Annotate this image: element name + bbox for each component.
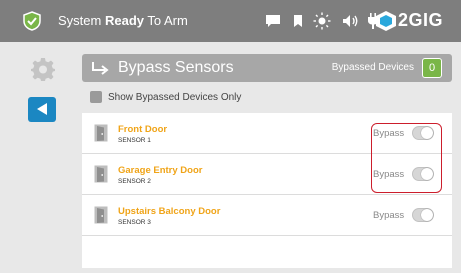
sensor-name: Garage Entry Door (118, 165, 203, 176)
sun-icon[interactable] (313, 12, 331, 30)
sensor-name: Front Door (118, 124, 168, 135)
page-title: Bypass Sensors (118, 59, 234, 76)
brand-logo-text: 2GIG (398, 10, 444, 30)
gear-icon[interactable] (31, 57, 55, 81)
sensor-number: SENSOR 2 (118, 178, 151, 185)
sensor-name: Upstairs Balcony Door (118, 206, 221, 217)
bypassed-devices-label: Bypassed Devices (331, 62, 414, 73)
bypass-arrow-icon (92, 62, 109, 75)
door-sensor-icon (94, 165, 108, 183)
show-bypassed-checkbox[interactable] (90, 91, 102, 103)
bookmark-icon[interactable] (293, 14, 303, 28)
2gig-logo-icon (376, 11, 396, 31)
door-sensor-icon (94, 124, 108, 142)
bypass-toggle-highlight (371, 123, 442, 193)
bypass-toggle[interactable] (412, 208, 434, 222)
system-status: System Ready To Arm (58, 13, 188, 28)
back-button[interactable] (28, 97, 56, 122)
message-icon[interactable] (265, 14, 281, 28)
bypassed-count-badge: 0 (422, 58, 442, 78)
check-shield-icon (23, 11, 41, 31)
toggle-knob (421, 209, 433, 221)
top-status-bar: System Ready To Arm 2GIG (0, 0, 461, 42)
sensor-row: Upstairs Balcony Door SENSOR 3 Bypass (82, 195, 452, 236)
sensor-number: SENSOR 1 (118, 137, 151, 144)
bypass-label: Bypass (373, 210, 405, 221)
door-sensor-icon (94, 206, 108, 224)
bypass-sensors-header: Bypass Sensors Bypassed Devices 0 (82, 54, 452, 82)
back-arrow-icon (37, 103, 47, 115)
show-bypassed-label: Show Bypassed Devices Only (108, 92, 242, 103)
sensor-number: SENSOR 3 (118, 219, 151, 226)
volume-icon[interactable] (342, 14, 360, 28)
